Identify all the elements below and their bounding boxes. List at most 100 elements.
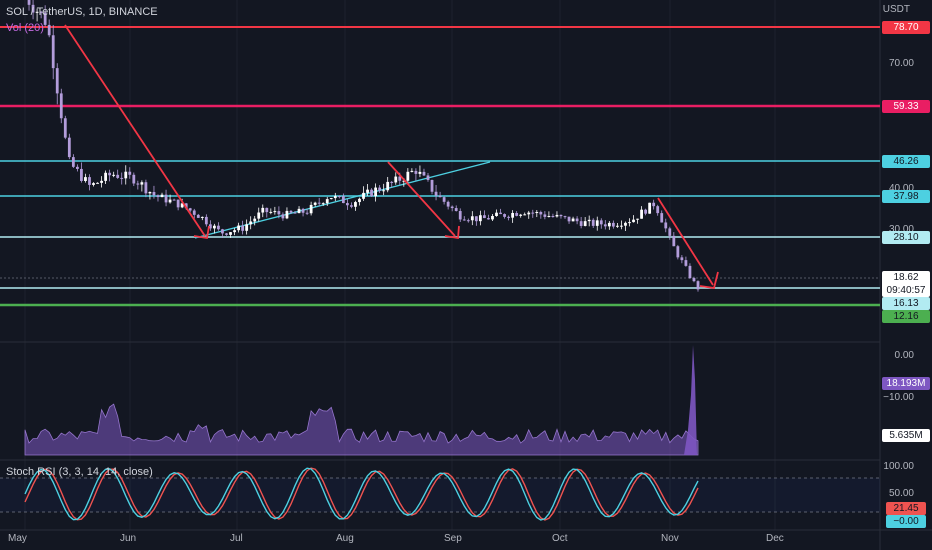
candle-body xyxy=(108,172,112,176)
candle-body xyxy=(225,233,228,235)
candle-body xyxy=(229,232,232,235)
candle-body xyxy=(120,177,124,179)
candle-body xyxy=(632,219,635,223)
candle-body xyxy=(160,194,164,198)
candle-body xyxy=(192,210,196,215)
tag-78-70: 78.70 xyxy=(882,21,930,34)
candle-body xyxy=(378,187,382,191)
candle-body xyxy=(269,211,273,213)
candle-body xyxy=(676,246,680,258)
candle-body xyxy=(196,214,200,218)
candle-body xyxy=(321,203,325,205)
candle-body xyxy=(547,215,551,217)
candle-body xyxy=(446,201,450,207)
candle-body xyxy=(132,174,136,184)
stoch-rsi-title[interactable]: Stoch RSI (3, 3, 14, 14, close) xyxy=(6,466,153,478)
candle-body xyxy=(27,0,31,5)
candle-body xyxy=(333,196,337,199)
candle-body xyxy=(692,278,696,282)
candle-body xyxy=(442,197,446,202)
candle-body xyxy=(607,222,611,227)
candle-body xyxy=(136,183,140,185)
candle-body xyxy=(660,213,664,223)
candle-body xyxy=(213,225,216,229)
candle-body xyxy=(462,219,466,221)
x-axis-jul: Jul xyxy=(230,533,243,544)
candle-body xyxy=(237,225,240,231)
candle-body xyxy=(84,177,87,181)
candle-body xyxy=(100,180,103,183)
candle-body xyxy=(241,225,245,231)
candle-body xyxy=(128,171,132,175)
candle-body xyxy=(59,93,63,119)
candle-body xyxy=(531,212,535,214)
candle-body xyxy=(245,224,249,231)
candle-body xyxy=(579,221,583,226)
candle-body xyxy=(164,194,168,203)
candle-body xyxy=(329,198,333,200)
candle-body xyxy=(148,192,152,194)
candle-body xyxy=(458,211,462,220)
symbol-title[interactable]: SOL / TetherUS, 1D, BINANCE xyxy=(6,6,158,18)
candle-body xyxy=(434,191,438,196)
tag-rsi-k: 21.45 xyxy=(886,502,926,515)
candle-body xyxy=(390,181,394,183)
candle-body xyxy=(309,204,313,214)
price-axis-70: 70.00 xyxy=(888,58,914,69)
candle-body xyxy=(305,212,309,214)
candle-body xyxy=(51,35,55,69)
candle-body xyxy=(426,175,430,180)
candle-body xyxy=(567,216,571,222)
candle-body xyxy=(491,216,494,220)
candle-body xyxy=(599,220,603,225)
candle-body xyxy=(519,214,523,216)
candle-body xyxy=(350,205,353,207)
tag-16-13: 16.13 xyxy=(882,297,930,310)
candle-body xyxy=(233,230,236,233)
x-axis-may: May xyxy=(8,533,27,544)
candle-body xyxy=(499,212,502,215)
volume-axis-neg: −10.00 xyxy=(883,392,914,403)
candle-body xyxy=(450,206,454,209)
candle-body xyxy=(200,216,204,218)
candle-body xyxy=(285,210,289,219)
candle-body xyxy=(624,222,627,226)
candle-body xyxy=(603,224,607,227)
candle-body xyxy=(515,212,519,216)
candle-body xyxy=(358,198,361,203)
candle-body xyxy=(511,212,515,218)
candle-body xyxy=(71,157,75,167)
candle-body xyxy=(265,207,269,213)
tag-countdown: 09:40:57 xyxy=(882,284,930,297)
candle-body xyxy=(217,225,220,230)
candle-body xyxy=(55,68,59,94)
tag-28-10: 28.10 xyxy=(882,231,930,244)
candle-body xyxy=(438,195,442,198)
x-axis-dec: Dec xyxy=(766,533,784,544)
candle-body xyxy=(140,182,144,185)
candle-body xyxy=(301,208,305,213)
volume-indicator-title[interactable]: Vol (20) xyxy=(6,22,44,34)
tag-rsi-d: −0.00 xyxy=(886,515,926,528)
candle-body xyxy=(406,171,410,181)
tag-12-16: 12.16 xyxy=(882,310,930,323)
candle-body xyxy=(394,176,398,183)
candle-body xyxy=(616,225,619,227)
tag-last-price: 18.62 xyxy=(882,271,930,284)
candle-body xyxy=(575,218,579,222)
candle-body xyxy=(63,118,67,138)
candle-body xyxy=(80,168,83,181)
x-axis-oct: Oct xyxy=(552,533,568,544)
candle-body xyxy=(470,216,474,221)
candle-body xyxy=(345,203,349,206)
candle-body xyxy=(539,211,543,215)
candle-body xyxy=(370,189,373,197)
candle-body xyxy=(535,211,539,213)
rsi-axis-100: 100.00 xyxy=(883,461,914,472)
candle-body xyxy=(454,208,458,212)
candle-body xyxy=(382,190,386,192)
candle-body xyxy=(466,220,470,222)
candle-body xyxy=(696,281,700,290)
candle-body xyxy=(668,228,672,236)
x-axis-aug: Aug xyxy=(336,533,354,544)
